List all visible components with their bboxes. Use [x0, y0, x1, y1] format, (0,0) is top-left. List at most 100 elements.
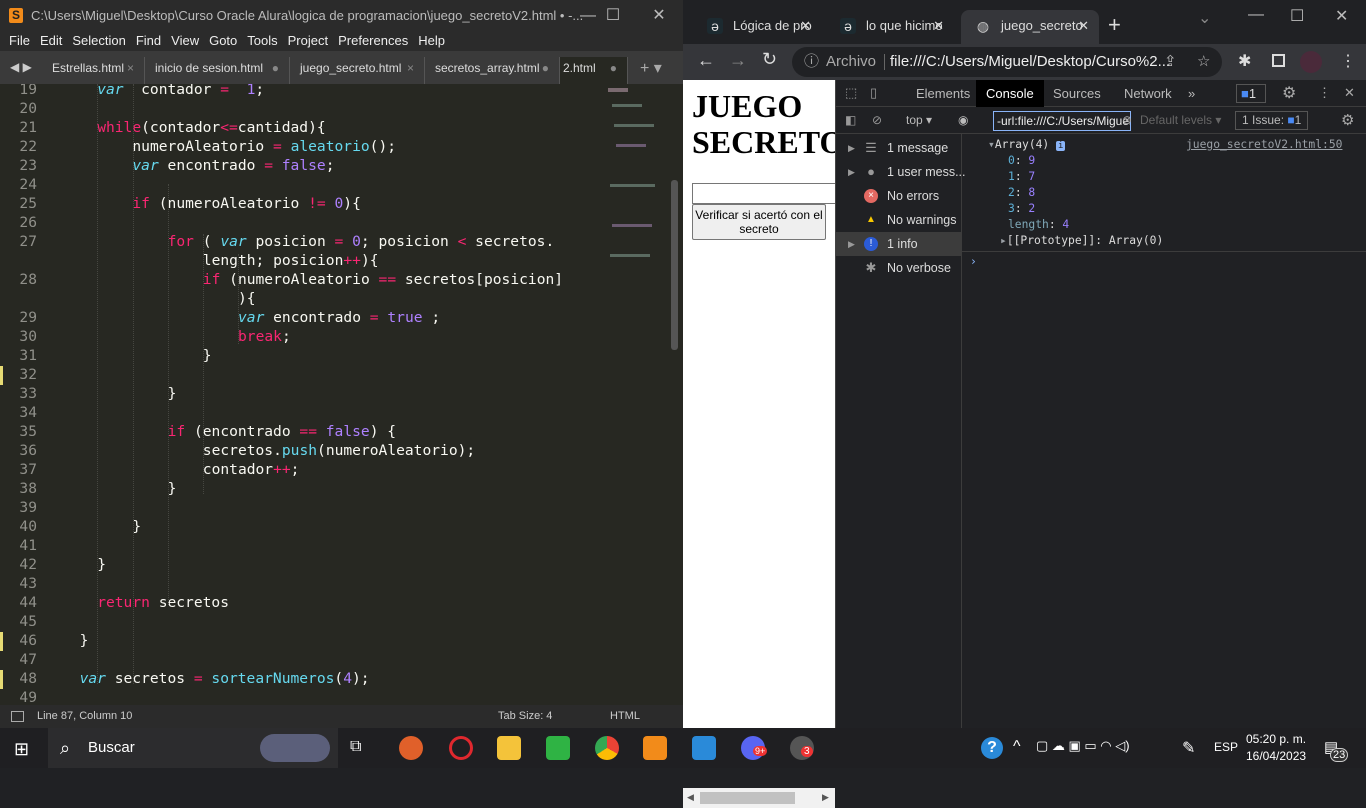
taskbar-search[interactable]: ⌕ Buscar [48, 728, 338, 768]
menu-tools[interactable]: Tools [242, 31, 282, 51]
editor-scrollbar[interactable] [671, 180, 678, 350]
menu-view[interactable]: View [166, 31, 204, 51]
syntax-mode[interactable]: HTML [610, 705, 640, 728]
guess-input[interactable] [692, 183, 842, 204]
menu-help[interactable]: Help [413, 31, 450, 51]
log-levels-dropdown[interactable]: Default levels ▾ [1140, 107, 1221, 134]
sidebar-item-warning[interactable]: ▲ No warnings [836, 208, 961, 232]
console-output[interactable]: ▾Array(4) i juego_secretoV2.html:50 0: 9… [962, 134, 1366, 728]
editor-tab[interactable]: inicio de sesion.html ● [145, 57, 290, 84]
url-text[interactable]: file:///C:/Users/Miguel/Desktop/Curso%2.… [890, 47, 1170, 77]
tab-console[interactable]: Console [976, 80, 1044, 107]
menu-selection[interactable]: Selection [67, 31, 130, 51]
new-tab-icon[interactable]: + [1108, 12, 1121, 38]
app-icon[interactable] [399, 736, 423, 760]
unsaved-dot-icon[interactable]: ● [542, 57, 549, 79]
maximize-button[interactable]: ☐ [590, 0, 636, 31]
file-explorer-icon[interactable] [497, 736, 521, 760]
clock[interactable]: 05:20 p. m. 16/04/2023 [1246, 731, 1306, 765]
browser-tab[interactable]: ə lo que hicimo ✕ [826, 10, 954, 44]
code-line[interactable]: ){ [238, 290, 256, 307]
site-info-label[interactable]: Archivo [826, 47, 876, 77]
editor-tab[interactable]: secretos_array.html ● [425, 57, 560, 84]
console-settings-icon[interactable]: ⚙ [1341, 107, 1354, 134]
code-line[interactable]: if (numeroAleatorio == secretos[posicion… [203, 271, 563, 288]
profile-avatar[interactable] [1300, 51, 1322, 73]
sidebar-item-bug[interactable]: ✱ No verbose [836, 256, 961, 280]
inspect-element-icon[interactable]: ⬚ [845, 85, 857, 101]
sidebar-item-info[interactable]: ▶! 1 info [836, 232, 961, 256]
sublime-text-icon[interactable] [643, 736, 667, 760]
tab-network[interactable]: Network [1114, 80, 1182, 107]
windows-start-icon[interactable]: ⊞ [14, 739, 29, 760]
browser-tab[interactable]: ə Lógica de pro ✕ [693, 10, 821, 44]
close-button[interactable]: ✕ [636, 0, 682, 31]
code-line[interactable]: return secretos [97, 594, 229, 611]
clear-console-icon[interactable]: ⊘ [872, 107, 882, 134]
show-hidden-icons-chevron[interactable]: ^ [1013, 738, 1021, 756]
issues-badge[interactable]: ■1 [1236, 84, 1266, 103]
forward-icon[interactable]: → [729, 50, 747, 71]
close-tab-icon[interactable]: ✕ [933, 10, 944, 42]
menu-preferences[interactable]: Preferences [333, 31, 413, 51]
code-line[interactable]: if (numeroAleatorio != 0){ [132, 195, 360, 212]
more-tabs-button[interactable]: » [1178, 80, 1205, 107]
editor-tab[interactable]: 2.html ● [560, 57, 628, 84]
tab-nav-arrows-icon[interactable]: ◀ ▶ [10, 60, 32, 74]
spreadsheet-app-icon[interactable] [546, 736, 570, 760]
minimize-button[interactable]: — [1248, 6, 1264, 24]
issues-button[interactable]: 1 Issue: ■1 [1235, 111, 1309, 130]
extensions-icon[interactable]: ✱ [1238, 51, 1251, 71]
close-tab-icon[interactable]: ✕ [1078, 10, 1089, 42]
editor-tab[interactable]: juego_secreto.html × [290, 57, 425, 84]
context-selector[interactable]: top ▾ [906, 107, 932, 134]
close-button[interactable]: ✕ [1335, 6, 1348, 26]
tab-search-icon[interactable]: ⌄ [1198, 8, 1211, 28]
menu-find[interactable]: Find [131, 31, 166, 51]
settings-gear-icon[interactable]: ⚙ [1282, 83, 1296, 103]
code-line[interactable]: var encontrado = false; [132, 157, 334, 174]
verify-button[interactable]: Verificar si acertó con el secreto [692, 204, 826, 240]
close-tab-icon[interactable]: × [127, 57, 134, 79]
close-devtools-icon[interactable]: ✕ [1344, 85, 1355, 101]
pen-icon[interactable]: ✎ [1182, 738, 1195, 758]
menu-project[interactable]: Project [283, 31, 333, 51]
vscode-icon[interactable] [692, 736, 716, 760]
log-source-link[interactable]: juego_secretoV2.html:50 [1186, 137, 1342, 153]
page-horizontal-scrollbar[interactable]: ◀ ▶ [683, 788, 835, 808]
sidebar-item-user[interactable]: ▶ ● 1 user mess... [836, 160, 966, 184]
menu-kebab-icon[interactable]: ⋮ [1340, 51, 1356, 71]
system-tray-icons[interactable]: ▢ ☁ ▣ ▭ ◠ ◁) [1036, 738, 1130, 754]
panel-toggle-icon[interactable] [11, 711, 24, 722]
code-line[interactable]: numeroAleatorio = aleatorio(); [132, 138, 396, 155]
discord-icon[interactable]: 9+ [741, 736, 768, 760]
clear-filter-icon[interactable]: ⊗ [1122, 107, 1132, 134]
live-expression-eye-icon[interactable]: ◉ [958, 107, 968, 134]
code-line[interactable]: contador++; [203, 461, 300, 478]
menu-edit[interactable]: Edit [35, 31, 67, 51]
menu-goto[interactable]: Goto [204, 31, 242, 51]
close-tab-icon[interactable]: ✕ [800, 10, 811, 42]
code-line[interactable]: } [203, 347, 212, 364]
code-line[interactable]: var contador = 1; [97, 84, 264, 98]
console-filter-input[interactable]: -url:file:///C:/Users/Miguel [993, 111, 1131, 131]
app-icon[interactable]: 3 [790, 736, 814, 760]
bookmark-star-icon[interactable]: ☆ [1197, 47, 1210, 77]
array-prototype[interactable]: ▸[[Prototype]]: Array(0) [1000, 233, 1163, 249]
tab-sources[interactable]: Sources [1043, 80, 1111, 107]
back-icon[interactable]: ← [697, 50, 715, 71]
maximize-button[interactable]: ☐ [1290, 6, 1304, 26]
sidebar-item-error[interactable]: × No errors [836, 184, 961, 208]
close-tab-icon[interactable]: × [407, 57, 414, 79]
chrome-icon[interactable] [595, 736, 619, 760]
sidebar-item-list[interactable]: ▶ ☰ 1 message [836, 136, 961, 160]
tab-size[interactable]: Tab Size: 4 [498, 705, 552, 728]
sidebar-toggle-icon[interactable]: ◧ [845, 107, 856, 134]
code-line[interactable]: length; posicion++){ [203, 252, 379, 269]
unsaved-dot-icon[interactable]: ● [272, 57, 279, 79]
log-entry-header[interactable]: ▾Array(4) i [988, 137, 1066, 154]
code-line[interactable]: var secretos = sortearNumeros(4); [80, 670, 370, 687]
console-prompt[interactable]: › [970, 254, 977, 270]
task-view-icon[interactable]: ⧉ [350, 738, 361, 756]
devtools-menu-icon[interactable]: ⋮ [1318, 85, 1331, 101]
